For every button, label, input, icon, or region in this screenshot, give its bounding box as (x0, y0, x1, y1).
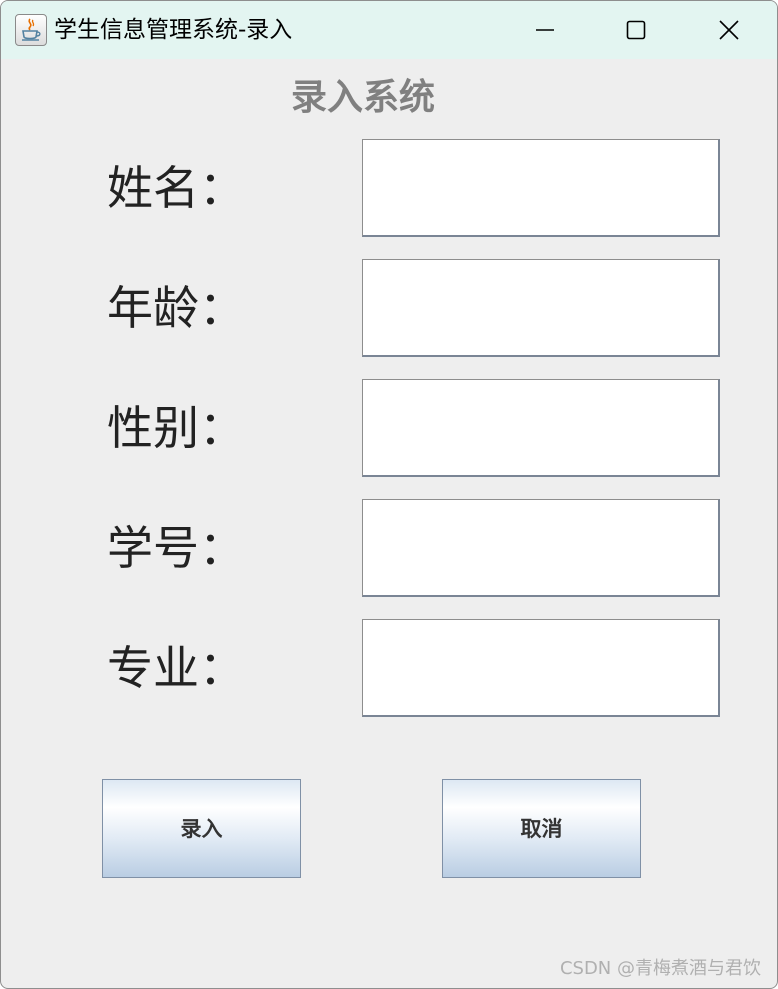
name-input[interactable] (362, 139, 720, 237)
submit-button[interactable]: 录入 (102, 779, 301, 878)
age-input[interactable] (362, 259, 720, 357)
age-label: 年龄： (107, 281, 245, 335)
major-label: 专业： (107, 641, 245, 695)
student-id-label: 学号： (107, 521, 245, 575)
close-button[interactable] (707, 9, 751, 51)
form-heading: 录入系统 (290, 76, 435, 118)
maximize-icon (626, 20, 646, 40)
main-window: 学生信息管理系统-录入 录入系统 姓名： 年龄： 性别： 学号： 专业： 录入 … (0, 0, 778, 989)
close-icon (719, 20, 739, 40)
major-input[interactable] (362, 619, 720, 717)
window-title: 学生信息管理系统-录入 (54, 17, 293, 43)
name-label: 姓名： (107, 161, 245, 215)
title-bar[interactable]: 学生信息管理系统-录入 (1, 1, 777, 59)
cancel-button[interactable]: 取消 (442, 779, 641, 878)
gender-input[interactable] (362, 379, 720, 477)
java-cup-icon (15, 14, 47, 46)
minimize-icon (536, 29, 554, 31)
minimize-button[interactable] (523, 9, 567, 51)
watermark: CSDN @青梅煮酒与君饮 (559, 958, 761, 979)
student-id-input[interactable] (362, 499, 720, 597)
gender-label: 性别： (107, 401, 245, 455)
maximize-button[interactable] (614, 9, 658, 51)
